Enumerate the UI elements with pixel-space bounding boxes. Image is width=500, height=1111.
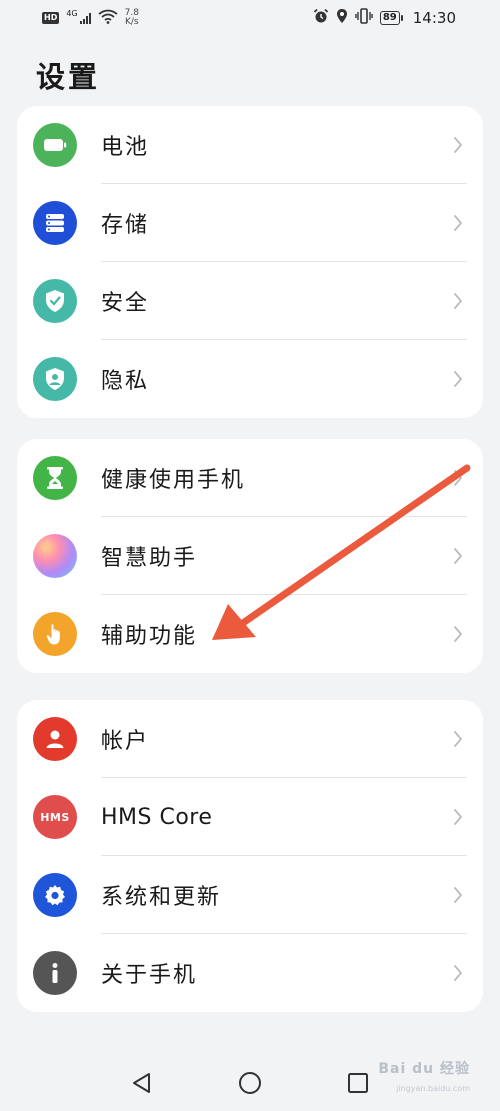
settings-item-storage[interactable]: 存储 [17, 184, 483, 262]
chevron-right-icon [454, 965, 463, 981]
wifi-icon [98, 9, 118, 28]
user-icon [33, 717, 77, 761]
vibrate-icon [355, 8, 373, 28]
privacy-shield-icon [33, 357, 77, 401]
chevron-right-icon [454, 548, 463, 564]
signal-icon [79, 12, 91, 24]
settings-item-label: 存储 [101, 213, 150, 238]
shield-check-icon [33, 279, 77, 323]
network-speed: 7.8 K/s [124, 8, 139, 27]
chevron-right-icon [454, 137, 463, 153]
settings-item-battery[interactable]: 电池 [17, 106, 483, 184]
settings-item-smart-assistant[interactable]: 智慧助手 [17, 517, 483, 595]
gear-icon [33, 873, 77, 917]
recents-button[interactable] [346, 1071, 370, 1095]
settings-item-about-phone[interactable]: 关于手机 [17, 934, 483, 1012]
status-bar: HD 4G 7.8 K/s 89 14:30 [0, 0, 500, 36]
info-icon [33, 951, 77, 995]
battery-level: 89 [379, 11, 403, 25]
chevron-right-icon [454, 293, 463, 309]
settings-item-label: 安全 [101, 291, 150, 316]
settings-item-label: 帐户 [101, 729, 150, 754]
settings-item-system-update[interactable]: 系统和更新 [17, 856, 483, 934]
settings-item-hms-core[interactable]: HMS HMS Core [17, 778, 483, 856]
settings-item-accessibility[interactable]: 辅助功能 [17, 595, 483, 673]
battery-icon [33, 123, 77, 167]
settings-item-privacy[interactable]: 隐私 [17, 340, 483, 418]
chevron-right-icon [454, 470, 463, 486]
settings-item-label: 隐私 [101, 369, 150, 394]
settings-item-label: 系统和更新 [101, 885, 222, 910]
page-title: 设置 [36, 60, 101, 94]
hms-logo-icon: HMS [33, 795, 77, 839]
chevron-right-icon [454, 215, 463, 231]
chevron-right-icon [454, 371, 463, 387]
settings-item-label: 关于手机 [101, 963, 198, 988]
network-type: 4G [66, 8, 78, 18]
smart-assistant-icon [33, 534, 77, 578]
back-button[interactable] [130, 1071, 154, 1095]
storage-icon [33, 201, 77, 245]
clock: 14:30 [412, 9, 456, 27]
watermark: Bai du 经验 [378, 1061, 470, 1077]
settings-group-system: 帐户 HMS HMS Core 系统和更新 关于手机 [17, 700, 483, 1012]
hand-tap-icon [33, 612, 77, 656]
location-icon [336, 8, 348, 28]
settings-group-assist: 健康使用手机 智慧助手 辅助功能 [17, 439, 483, 673]
watermark-url: jingyan.baidu.com [396, 1084, 470, 1093]
chevron-right-icon [454, 626, 463, 642]
chevron-right-icon [454, 809, 463, 825]
hd-badge: HD [42, 12, 60, 24]
chevron-right-icon [454, 731, 463, 747]
settings-item-label: 辅助功能 [101, 624, 198, 649]
settings-group-device: 电池 存储 安全 隐私 [17, 106, 483, 418]
settings-item-label: 电池 [101, 135, 150, 160]
alarm-icon [313, 8, 329, 28]
settings-item-account[interactable]: 帐户 [17, 700, 483, 778]
settings-item-label: 健康使用手机 [101, 468, 246, 493]
settings-item-security[interactable]: 安全 [17, 262, 483, 340]
settings-item-label: 智慧助手 [101, 546, 198, 571]
home-button[interactable] [238, 1071, 262, 1095]
settings-item-digital-balance[interactable]: 健康使用手机 [17, 439, 483, 517]
settings-item-label: HMS Core [101, 804, 213, 830]
chevron-right-icon [454, 887, 463, 903]
hourglass-icon [33, 456, 77, 500]
